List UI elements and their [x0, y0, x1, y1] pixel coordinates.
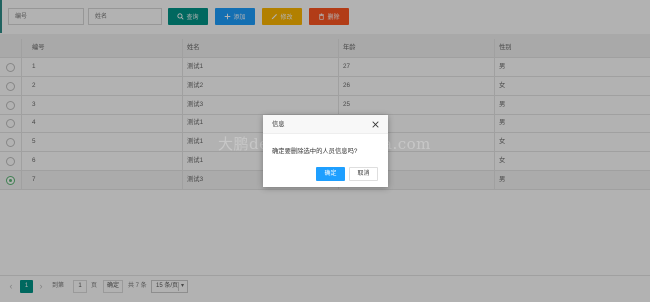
dialog-header: 信息: [263, 115, 388, 134]
dialog-message: 确定要删除选中的人员信息吗?: [272, 148, 358, 155]
close-icon[interactable]: [372, 121, 379, 128]
cancel-button[interactable]: 取消: [349, 167, 378, 181]
confirm-dialog: 信息 确定要删除选中的人员信息吗? 确定 取消: [263, 115, 388, 187]
confirm-button[interactable]: 确定: [316, 167, 345, 181]
dialog-title: 信息: [272, 121, 285, 128]
